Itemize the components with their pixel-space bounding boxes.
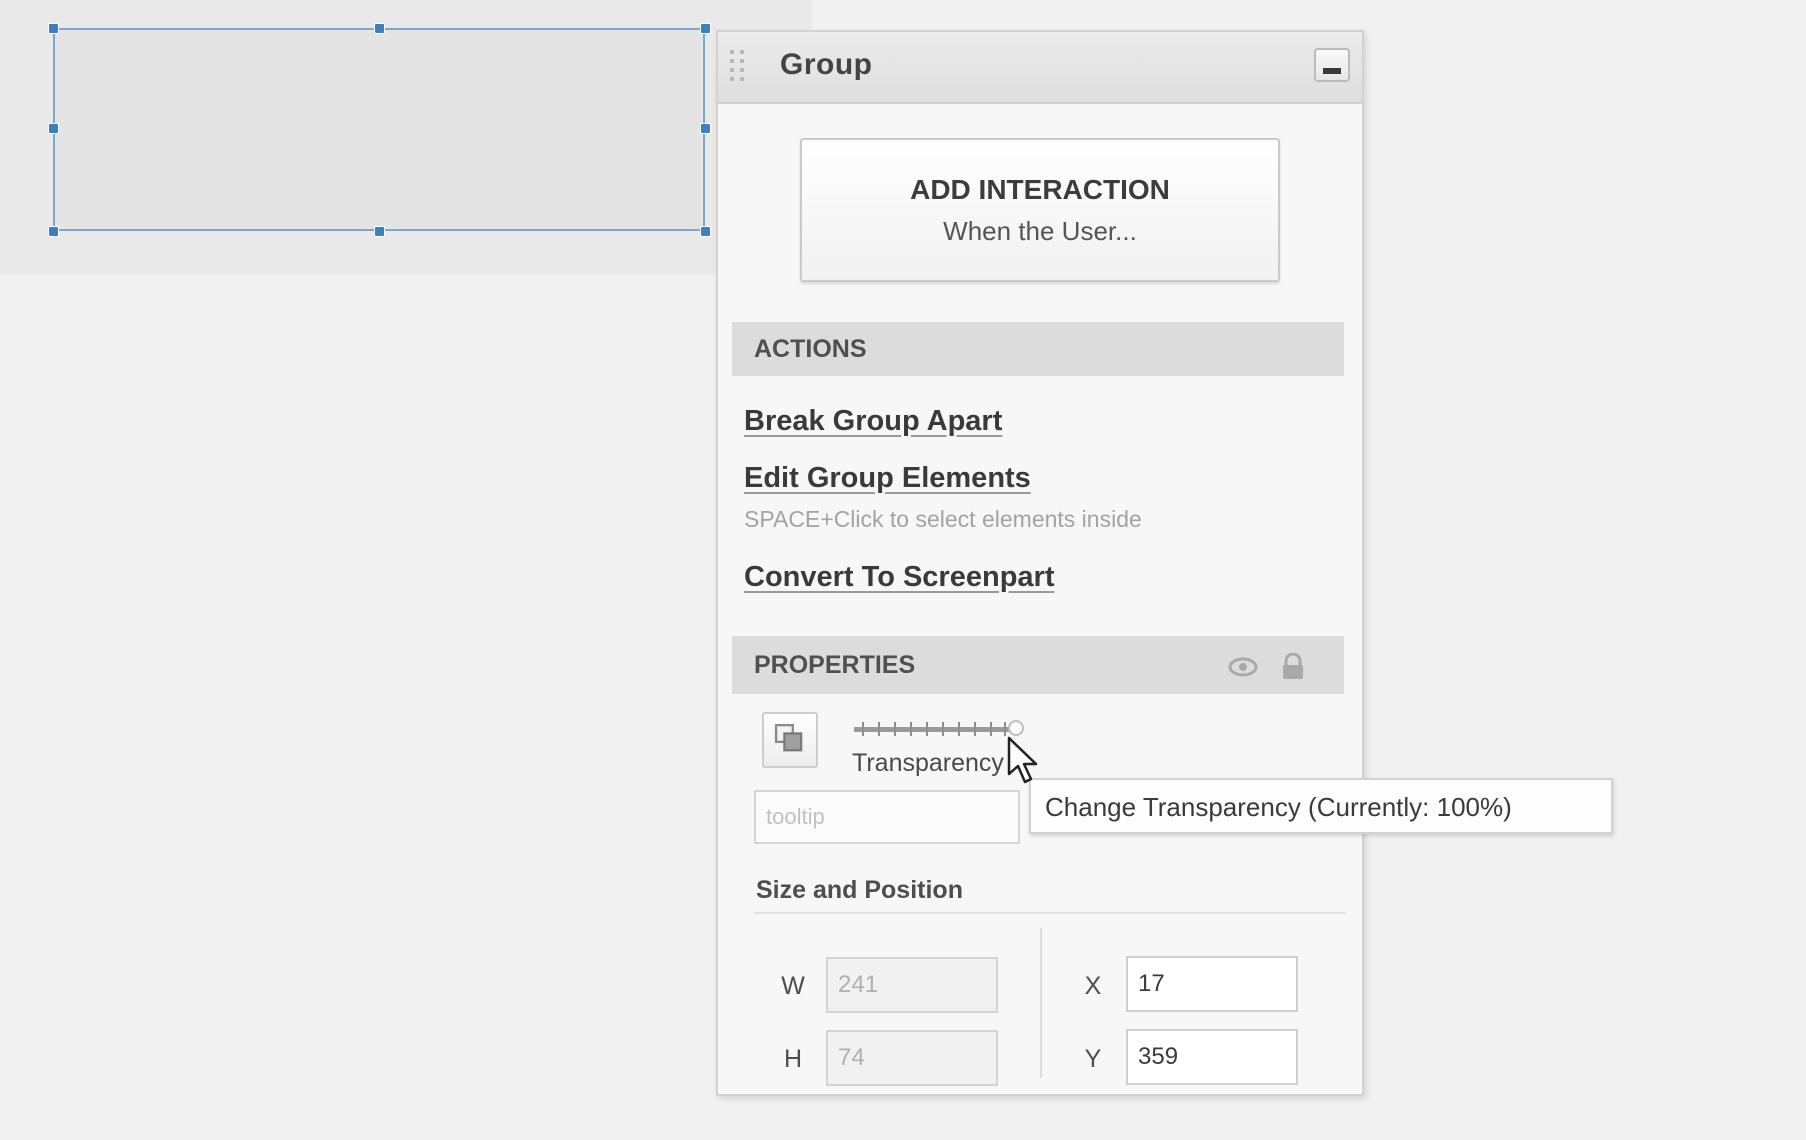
design-canvas[interactable] (0, 0, 812, 275)
add-interaction-subtitle: When the User... (943, 216, 1137, 246)
eye-icon[interactable] (1228, 656, 1258, 678)
panel-title: Group (780, 48, 873, 81)
y-position-field[interactable] (1126, 1029, 1298, 1085)
lock-icon[interactable] (1280, 652, 1306, 681)
resize-handle-bottom-left[interactable] (48, 226, 59, 237)
properties-section-header: PROPERTIES (732, 636, 1344, 694)
size-and-position-title: Size and Position (756, 876, 963, 904)
resize-handle-top-left[interactable] (48, 23, 59, 34)
actions-section-header: ACTIONS (732, 322, 1344, 376)
x-label: X (1084, 972, 1102, 1000)
layers-icon (774, 723, 803, 752)
mouse-pointer-icon (1007, 736, 1038, 784)
transparency-slider[interactable] (854, 720, 1024, 738)
transparency-label: Transparency (852, 749, 1004, 777)
resize-handle-bottom[interactable] (374, 226, 385, 237)
transparency-tooltip-text: Change Transparency (Currently: 100%) (1045, 792, 1512, 822)
resize-handle-top[interactable] (374, 23, 385, 34)
layers-button[interactable] (762, 712, 818, 768)
actions-header-label: ACTIONS (754, 335, 867, 363)
break-group-apart-link[interactable]: Break Group Apart (744, 405, 1002, 438)
convert-to-screenpart-link[interactable]: Convert To Screenpart (744, 561, 1054, 594)
drag-grip-icon[interactable] (730, 50, 748, 82)
width-field (826, 957, 998, 1013)
y-label: Y (1084, 1045, 1102, 1073)
minimize-icon (1323, 68, 1341, 74)
properties-header-label: PROPERTIES (754, 651, 916, 679)
selected-group-element[interactable] (53, 28, 705, 231)
edit-group-elements-link[interactable]: Edit Group Elements (744, 462, 1031, 495)
panel-header[interactable]: Group (718, 32, 1362, 104)
size-position-column-divider (1040, 928, 1042, 1078)
add-interaction-title: ADD INTERACTION (910, 174, 1170, 205)
edit-group-elements-hint: SPACE+Click to select elements inside (744, 506, 1142, 532)
resize-handle-bottom-right[interactable] (700, 226, 711, 237)
width-label: W (781, 972, 805, 1000)
x-position-field[interactable] (1126, 956, 1298, 1012)
height-label: H (783, 1045, 803, 1073)
add-interaction-button[interactable]: ADD INTERACTION When the User... (800, 138, 1280, 282)
transparency-slider-knob[interactable] (1008, 720, 1024, 736)
tooltip-input[interactable] (754, 790, 1020, 844)
resize-handle-left[interactable] (48, 123, 59, 134)
transparency-tooltip: Change Transparency (Currently: 100%) (1029, 778, 1613, 834)
size-position-divider (754, 912, 1346, 914)
minimize-button[interactable] (1314, 48, 1350, 82)
resize-handle-top-right[interactable] (700, 23, 711, 34)
height-field (826, 1030, 998, 1086)
resize-handle-right[interactable] (700, 123, 711, 134)
group-properties-panel: Group ADD INTERACTION When the User... A… (716, 30, 1364, 1096)
